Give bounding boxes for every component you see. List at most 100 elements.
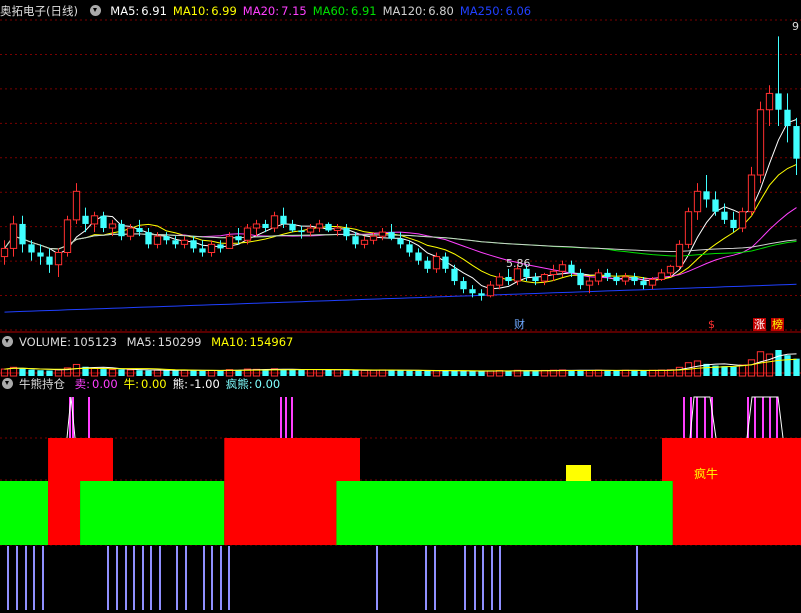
candle-body [225,235,234,249]
volume-bar [388,370,395,376]
stock-name: 奥拓电子 [0,4,46,18]
volume-bar [460,371,467,376]
volume-value: 105123 [73,335,117,349]
candle-body [298,230,305,233]
candle-body [54,252,63,266]
candle-body [549,270,558,276]
candle-body [378,231,387,237]
ma-readout: MA120: [382,4,427,18]
candle-body [28,244,35,253]
candle-body [621,276,630,282]
candle-body [100,215,107,229]
candle-body [252,223,261,229]
volume-bar [604,370,611,376]
candle-body [712,199,719,212]
volume-bar [532,370,539,376]
indicator-readout-value: -1.00 [190,377,220,391]
indicator-name: 牛熊持仓 [19,377,65,391]
ma-readout-value: 6.06 [505,4,532,18]
candle-body [424,260,431,269]
dropdown-circle-icon[interactable] [2,378,13,389]
indicator-readout-value: 0.00 [254,377,281,391]
candle-body [207,243,216,253]
candle-body [505,276,512,282]
volume-bar [415,370,422,376]
volume-bar [747,359,756,377]
volume-bars [0,350,800,377]
candle-body [747,174,756,213]
candle-body [46,256,53,265]
dropdown-circle-icon[interactable] [2,336,13,347]
volume-bar [793,358,800,376]
candle-body [631,276,638,282]
candle-body [388,232,395,239]
volume-bar [738,364,747,377]
candle-body [432,256,441,270]
period-label: (日线) [46,4,78,18]
ma-readouts: MA5: 6.91 MA10: 6.99 MA20: 7.15 MA60: 6.91 MA120… [110,4,537,18]
ma-readout-value: 6.91 [351,4,377,18]
ma-readout: MA60: [312,4,349,18]
candle-body [397,238,404,245]
main-panel-header: 奥拓电子(日线) MA5: 6.91 MA10: 6.99 MA20: 7.15 MA60:… [0,2,543,20]
candle-body [126,227,135,237]
candle-body [37,252,44,257]
candle-body [793,126,800,159]
indicator-readout-value: 0.00 [92,377,118,391]
volume-bar [469,371,476,376]
candle-body [333,227,342,231]
candle-body [369,235,378,241]
candle-body [325,223,332,231]
volume-bar [613,370,620,376]
candle-body [684,211,693,245]
candle-body [145,232,152,245]
indicator-readout-value: 0.00 [141,377,167,391]
candle-body [738,211,747,229]
candle-body [63,219,72,254]
candle-body [532,276,539,282]
indicator-readout: 牛: [123,377,140,391]
crazy-bull-label: 疯牛 [694,467,719,481]
indicator-readout: 熊: [172,377,188,391]
volume-bar [343,370,350,376]
candle-body [495,276,504,286]
volume-ma10-value: 154967 [249,335,294,349]
indicator-panel-header: 牛熊持仓 卖: 0.00 牛: 0.00 熊: -1.00 疯熊: 0.00 [0,375,292,393]
volume-bar [298,369,305,376]
candle-body [513,268,522,282]
candle-body [289,223,296,231]
candle-body [270,215,279,229]
bear-block [80,481,225,545]
candle-body [19,223,26,245]
dollar-marker[interactable]: $ [707,318,716,331]
candle-body [315,223,324,229]
bull-block-upper [662,438,801,481]
volume-bar [721,366,728,376]
low-price-label: 5.86 [506,257,531,270]
candle-body [136,228,143,233]
candle-body [730,219,737,229]
candle-body [108,223,117,229]
ranking-marker[interactable]: 榜 [771,318,784,331]
candle-body [675,243,684,267]
ma-readout-value: 7.15 [281,4,307,18]
candle-body [0,247,9,258]
candle-body [784,109,791,127]
candle-body [523,268,530,277]
ma-readout-value: 6.91 [141,4,167,18]
candle-body [451,268,458,282]
indicator-readouts: 卖: 0.00 牛: 0.00 熊: -1.00 疯熊: 0.00 [75,377,287,391]
finance-marker[interactable]: 财 [513,318,526,331]
volume-bar [784,355,791,376]
candle-body [756,109,765,176]
candle-body [82,215,89,224]
candle-body [163,236,170,241]
candle-body [306,227,315,233]
volume-bar [775,350,782,376]
limit-up-marker[interactable]: 涨 [753,318,766,331]
candle-body [262,223,269,229]
candle-body [577,272,584,286]
candle-body [460,281,467,290]
candle-body [153,235,162,245]
dropdown-circle-icon[interactable] [89,5,101,16]
